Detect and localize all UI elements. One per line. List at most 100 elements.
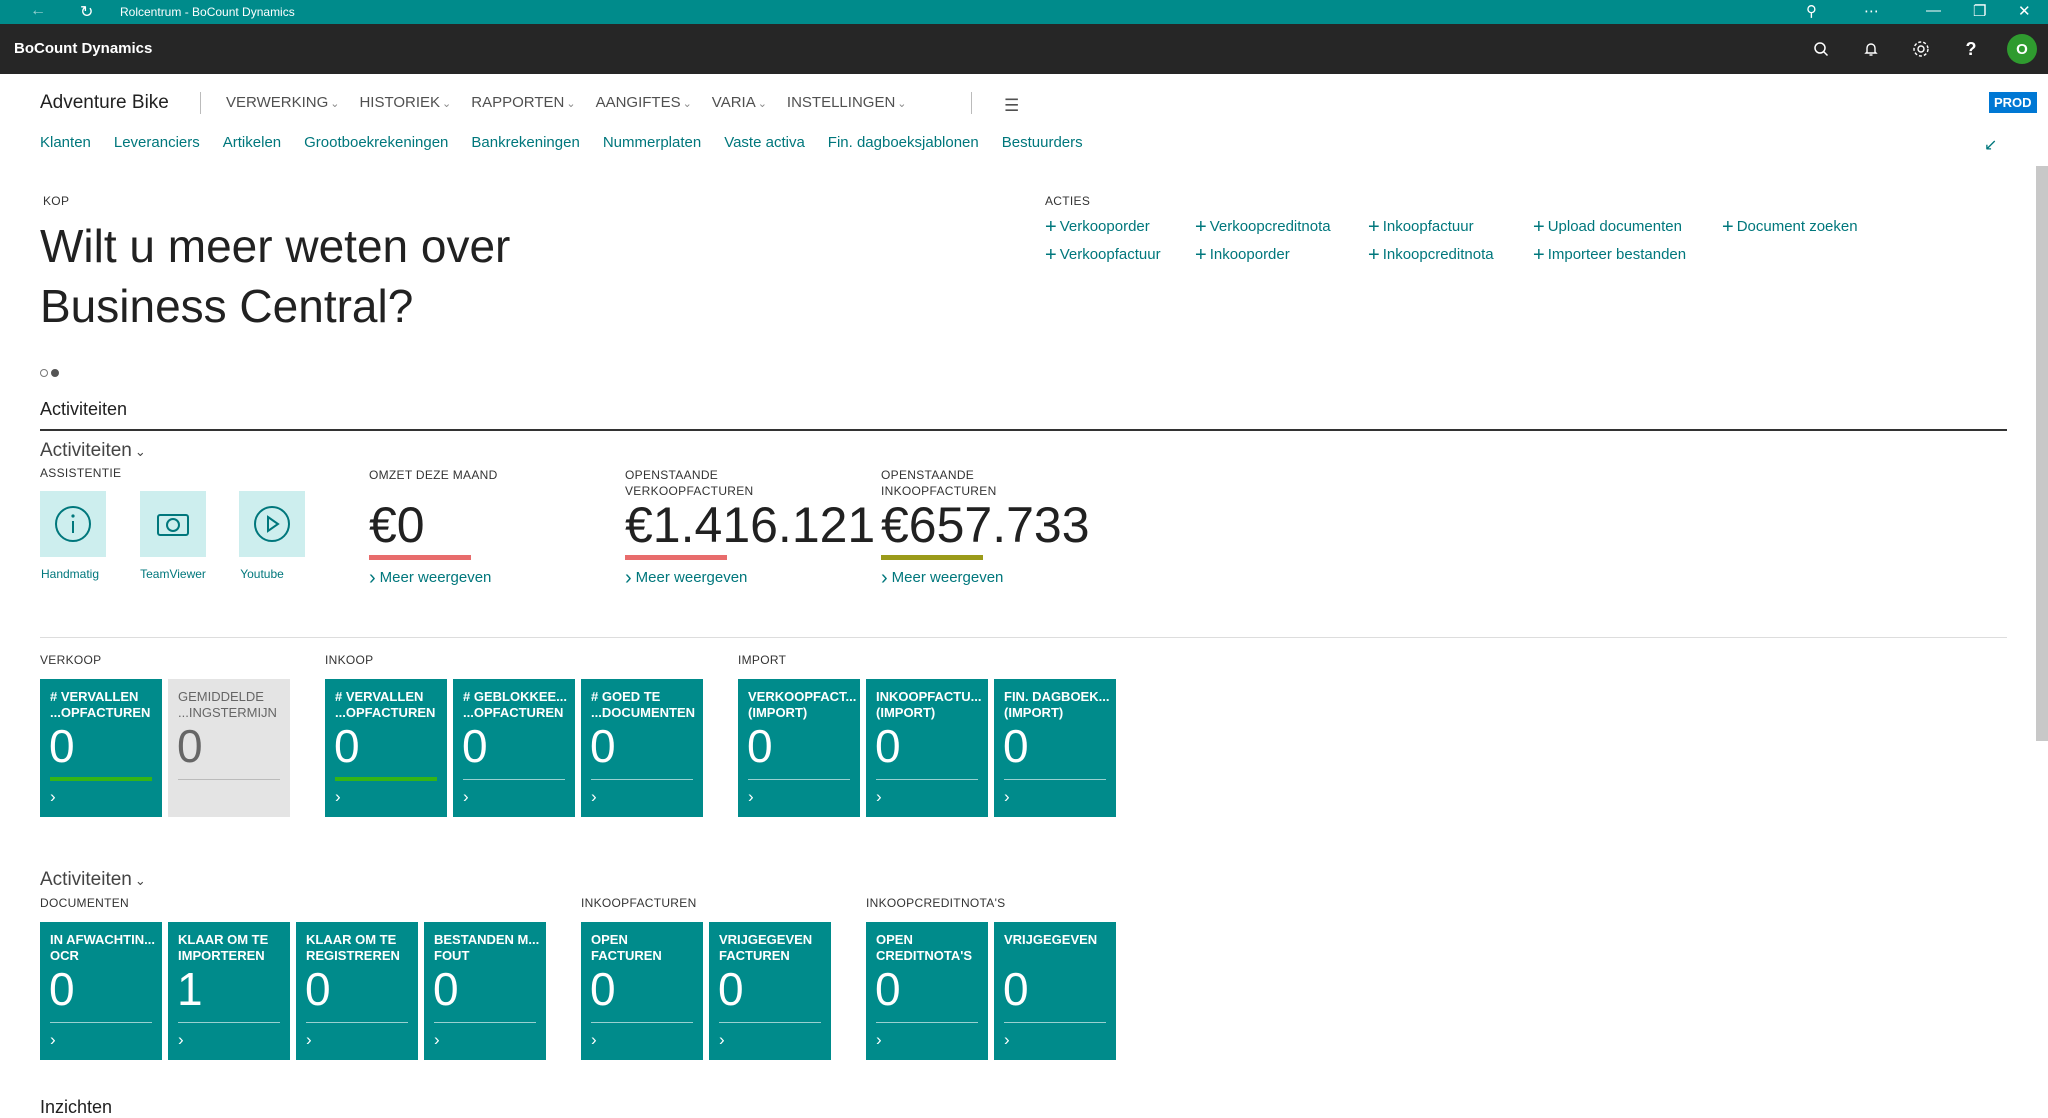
youtube-tile[interactable] (239, 491, 305, 557)
close-icon[interactable]: ✕ (2018, 2, 2031, 20)
tile-title: # VERVALLEN ...OPFACTUREN (335, 689, 436, 720)
camera-icon (157, 514, 189, 536)
hamburger-icon[interactable]: ☰ (1004, 96, 1019, 116)
kpi-inkoop-value[interactable]: €657.733 (881, 497, 1090, 553)
action-verkoopcreditnota[interactable]: Verkoopcreditnota (1195, 216, 1331, 239)
link-grootboekrekeningen[interactable]: Grootboekrekeningen (304, 134, 448, 151)
help-icon[interactable]: ? (1960, 38, 1982, 60)
tile-title: FIN. DAGBOEK... (IMPORT) (1004, 689, 1110, 720)
carousel-dots[interactable] (40, 364, 62, 382)
collapse-icon[interactable]: ↙ (1984, 135, 1997, 155)
tile-value: 1 (177, 963, 203, 1015)
tile-vrijgegeven-facturen[interactable]: VRIJGEGEVEN FACTUREN 0 › (709, 922, 831, 1060)
tile-title: BESTANDEN M... FOUT (434, 932, 540, 963)
chevron-right-icon: › (876, 787, 882, 806)
chevron-right-icon: › (591, 787, 597, 806)
tile-klaar-om-te-importeren[interactable]: KLAAR OM TE IMPORTEREN 1 › (168, 922, 290, 1060)
more-icon[interactable]: ⋯ (1864, 2, 1879, 20)
kpi-omzet-bar (369, 555, 471, 560)
menu-aangiftes[interactable]: AANGIFTES (596, 94, 692, 111)
teamviewer-tile[interactable] (140, 491, 206, 557)
action-verkooporder[interactable]: Verkooporder (1045, 216, 1150, 239)
tile-open-creditnotas[interactable]: OPEN CREDITNOTA'S 0 › (866, 922, 988, 1060)
tile-indicator (1004, 1022, 1106, 1023)
avatar[interactable]: O (2007, 34, 2037, 64)
tile-verkoopfacturen-import[interactable]: VERKOOPFACT... (IMPORT) 0 › (738, 679, 860, 817)
app-name[interactable]: BoCount Dynamics (14, 40, 152, 57)
kpi-inkoop-more[interactable]: Meer weergeven (881, 567, 1004, 590)
kpi-omzet-value[interactable]: €0 (369, 497, 425, 553)
tile-open-facturen[interactable]: OPEN FACTUREN 0 › (581, 922, 703, 1060)
handmatig-label[interactable]: Handmatig (40, 567, 100, 581)
link-artikelen[interactable]: Artikelen (223, 134, 281, 151)
chevron-right-icon: › (463, 787, 469, 806)
group-documenten: DOCUMENTEN (40, 896, 129, 910)
menu-historiek[interactable]: HISTORIEK (359, 94, 451, 111)
actions-label: ACTIES (1045, 194, 1091, 208)
tile-vervallen-verkoopfacturen[interactable]: # VERVALLEN ...OPFACTUREN 0 › (40, 679, 162, 817)
tile-fin-dagboek-import[interactable]: FIN. DAGBOEK... (IMPORT) 0 › (994, 679, 1116, 817)
activities-group-toggle[interactable]: Activiteiten (40, 440, 146, 462)
back-icon[interactable]: ← (30, 2, 46, 20)
action-inkooporder[interactable]: Inkooporder (1195, 244, 1290, 267)
link-bestuurders[interactable]: Bestuurders (1002, 134, 1083, 151)
tile-inkoopfacturen-import[interactable]: INKOOPFACTU... (IMPORT) 0 › (866, 679, 988, 817)
scrollbar[interactable] (2036, 166, 2048, 741)
activities-group-toggle-2[interactable]: Activiteiten (40, 869, 146, 891)
action-importeer-bestanden[interactable]: Importeer bestanden (1533, 244, 1686, 267)
search-icon[interactable] (1810, 38, 1832, 60)
handmatig-tile[interactable] (40, 491, 106, 557)
minimize-icon[interactable]: — (1926, 2, 1941, 19)
menu-verwerking[interactable]: VERWERKING (226, 94, 339, 111)
tile-goed-te-keuren-documenten[interactable]: # GOED TE ...DOCUMENTEN 0 › (581, 679, 703, 817)
tile-indicator (1004, 779, 1106, 780)
link-leveranciers[interactable]: Leveranciers (114, 134, 200, 151)
bell-icon[interactable] (1860, 38, 1882, 60)
tile-value: 0 (49, 963, 75, 1015)
link-fin-dagboeksjablonen[interactable]: Fin. dagboeksjablonen (828, 134, 979, 151)
action-document-zoeken[interactable]: Document zoeken (1722, 216, 1858, 239)
kpi-verkoop-value[interactable]: €1.416.121 (625, 497, 875, 553)
tile-bestanden-met-fout[interactable]: BESTANDEN M... FOUT 0 › (424, 922, 546, 1060)
link-vaste-activa[interactable]: Vaste activa (724, 134, 805, 151)
teamviewer-label[interactable]: TeamViewer (140, 567, 206, 581)
tile-in-afwachting-ocr[interactable]: IN AFWACHTIN... OCR 0 › (40, 922, 162, 1060)
menu-rapporten[interactable]: RAPPORTEN (471, 94, 575, 111)
tile-vervallen-inkoopfacturen[interactable]: # VERVALLEN ...OPFACTUREN 0 › (325, 679, 447, 817)
menu-varia[interactable]: VARIA (712, 94, 767, 111)
company-name[interactable]: Adventure Bike (40, 92, 169, 114)
carousel-dot-active[interactable] (51, 369, 59, 377)
tile-indicator (876, 1022, 978, 1023)
environment-badge: PROD (1989, 92, 2037, 113)
tile-value: 0 (334, 720, 360, 772)
tile-value: 0 (433, 963, 459, 1015)
tile-value: 0 (875, 720, 901, 772)
reload-icon[interactable]: ↻ (80, 2, 93, 22)
gear-icon[interactable] (1910, 38, 1932, 60)
tile-title: OPEN FACTUREN (591, 932, 662, 963)
youtube-label[interactable]: Youtube (229, 567, 295, 581)
link-bankrekeningen[interactable]: Bankrekeningen (471, 134, 579, 151)
tile-title: VRIJGEGEVEN FACTUREN (719, 932, 813, 963)
action-upload-documenten[interactable]: Upload documenten (1533, 216, 1682, 239)
tile-vrijgegeven-creditnotas[interactable]: VRIJGEGEVEN 0 › (994, 922, 1116, 1060)
kpi-omzet-label: OMZET DEZE MAAND (369, 468, 498, 482)
link-klanten[interactable]: Klanten (40, 134, 91, 151)
carousel-dot[interactable] (40, 369, 48, 377)
tile-value: 0 (875, 963, 901, 1015)
tile-gemiddelde-betalingstermijn[interactable]: GEMIDDELDE ...INGSTERMIJN 0 (168, 679, 290, 817)
kpi-verkoop-more[interactable]: Meer weergeven (625, 567, 748, 590)
tile-geblokkeerde-inkoopfacturen[interactable]: # GEBLOKKEE... ...OPFACTUREN 0 › (453, 679, 575, 817)
zoom-icon[interactable]: ⚲ (1806, 2, 1817, 20)
menu-instellingen[interactable]: INSTELLINGEN (787, 94, 907, 111)
chevron-right-icon: › (306, 1030, 312, 1049)
chevron-right-icon: › (50, 787, 56, 806)
kpi-omzet-more[interactable]: Meer weergeven (369, 567, 492, 590)
tile-klaar-om-te-registreren[interactable]: KLAAR OM TE REGISTREREN 0 › (296, 922, 418, 1060)
action-verkoopfactuur[interactable]: Verkoopfactuur (1045, 244, 1161, 267)
action-inkoopcreditnota[interactable]: Inkoopcreditnota (1368, 244, 1494, 267)
divider (40, 637, 2007, 638)
link-nummerplaten[interactable]: Nummerplaten (603, 134, 701, 151)
restore-icon[interactable]: ❐ (1973, 2, 1986, 20)
action-inkoopfactuur[interactable]: Inkoopfactuur (1368, 216, 1474, 239)
